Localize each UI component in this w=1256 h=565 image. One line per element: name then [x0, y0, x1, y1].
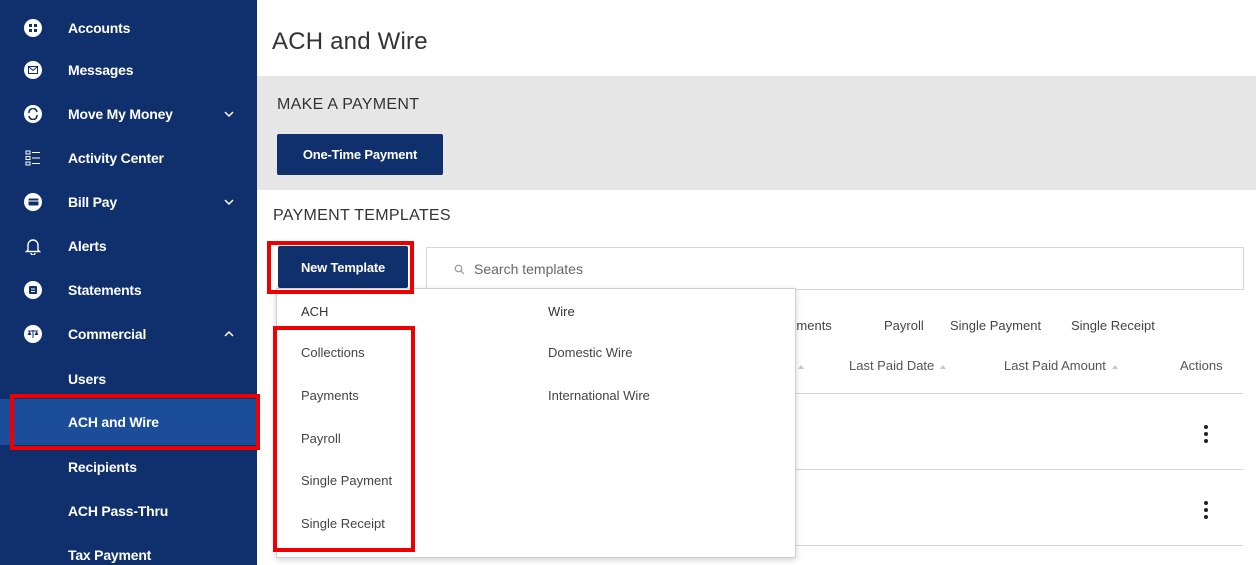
accounts-icon	[23, 18, 43, 38]
messages-icon	[23, 60, 43, 80]
table-row-divider	[796, 545, 1243, 546]
sort-caret-icon	[798, 358, 804, 373]
scale-icon	[23, 324, 43, 344]
sidebar-item-label: Statements	[68, 282, 142, 298]
bill-pay-icon	[23, 192, 43, 212]
more-actions-icon[interactable]	[1202, 501, 1210, 519]
table-row-divider	[796, 469, 1243, 470]
filter-payroll[interactable]: Payroll	[884, 318, 924, 333]
sidebar-item-label: Commercial	[68, 326, 147, 342]
filter-single-receipt[interactable]: Single Receipt	[1071, 318, 1155, 333]
sidebar-item-label: Messages	[68, 62, 134, 78]
sidebar-item-tax-payment[interactable]: Tax Payment	[0, 533, 257, 565]
sidebar-item-label: Alerts	[68, 238, 107, 254]
make-payment-heading: MAKE A PAYMENT	[277, 96, 420, 113]
sidebar-item-accounts[interactable]: Accounts	[0, 6, 257, 50]
search-input[interactable]: Search templates	[426, 247, 1244, 290]
sidebar-item-ach-and-wire[interactable]: ACH and Wire	[0, 399, 257, 445]
menu-item-payroll[interactable]: Payroll	[301, 431, 341, 446]
new-template-dropdown: ACH Collections Payments Payroll Single …	[276, 288, 796, 558]
sidebar-item-users[interactable]: Users	[0, 357, 257, 401]
page-title: ACH and Wire	[272, 28, 428, 55]
sidebar-item-label: Recipients	[68, 459, 137, 475]
sidebar-item-ach-pass-thru[interactable]: ACH Pass-Thru	[0, 489, 257, 533]
bell-icon	[23, 236, 43, 256]
ach-header: ACH	[301, 304, 329, 319]
sidebar-item-bill-pay[interactable]: Bill Pay	[0, 180, 257, 224]
sidebar-item-commercial[interactable]: Commercial	[0, 312, 257, 356]
chevron-down-icon[interactable]	[222, 107, 236, 121]
menu-item-single-payment[interactable]: Single Payment	[301, 473, 392, 488]
payment-templates-heading: PAYMENT TEMPLATES	[273, 207, 451, 224]
column-label: Last Paid Date	[849, 358, 935, 373]
more-actions-icon[interactable]	[1202, 425, 1210, 443]
sidebar-item-label: Activity Center	[68, 150, 164, 166]
sidebar-item-statements[interactable]: Statements	[0, 268, 257, 312]
wire-header: Wire	[548, 304, 575, 319]
sidebar-item-recipients[interactable]: Recipients	[0, 445, 257, 489]
one-time-payment-button[interactable]: One-Time Payment	[277, 134, 443, 175]
sidebar-item-activity-center[interactable]: Activity Center	[0, 136, 257, 180]
statements-icon	[23, 280, 43, 300]
sidebar-item-label: Tax Payment	[68, 547, 152, 563]
column-actions: Actions	[1180, 358, 1223, 373]
menu-item-domestic-wire[interactable]: Domestic Wire	[548, 345, 633, 360]
sidebar-item-move-my-money[interactable]: Move My Money	[0, 92, 257, 136]
search-placeholder: Search templates	[474, 261, 583, 277]
activity-list-icon	[23, 148, 43, 168]
menu-item-collections[interactable]: Collections	[301, 345, 365, 360]
sidebar-item-label: Move My Money	[68, 106, 173, 122]
sidebar-item-alerts[interactable]: Alerts	[0, 224, 257, 268]
column-last-paid-date[interactable]: Last Paid Date	[849, 358, 947, 373]
chevron-up-icon[interactable]	[222, 327, 236, 341]
search-icon	[454, 264, 465, 275]
table-row-divider	[796, 393, 1243, 394]
menu-item-international-wire[interactable]: International Wire	[548, 388, 650, 403]
sidebar-item-messages[interactable]: Messages	[0, 48, 257, 92]
transfer-icon	[23, 104, 43, 124]
sidebar-item-label: ACH and Wire	[68, 414, 159, 430]
sidebar: Accounts Messages Move My Money Activity…	[0, 0, 257, 565]
sidebar-item-label: Bill Pay	[68, 194, 117, 210]
column-last-paid-amount[interactable]: Last Paid Amount	[1004, 358, 1118, 373]
sidebar-item-label: Accounts	[68, 20, 131, 36]
sort-caret-icon	[1111, 364, 1118, 369]
sidebar-item-label: Users	[68, 371, 106, 387]
dropdown-caret-icon	[293, 281, 307, 288]
menu-item-payments[interactable]: Payments	[301, 388, 359, 403]
filter-single-payment[interactable]: Single Payment	[950, 318, 1041, 333]
sidebar-item-label: ACH Pass-Thru	[68, 503, 169, 519]
sort-caret-icon	[940, 364, 947, 369]
chevron-down-icon[interactable]	[222, 195, 236, 209]
column-label: Last Paid Amount	[1004, 358, 1106, 373]
menu-item-single-receipt[interactable]: Single Receipt	[301, 516, 385, 531]
